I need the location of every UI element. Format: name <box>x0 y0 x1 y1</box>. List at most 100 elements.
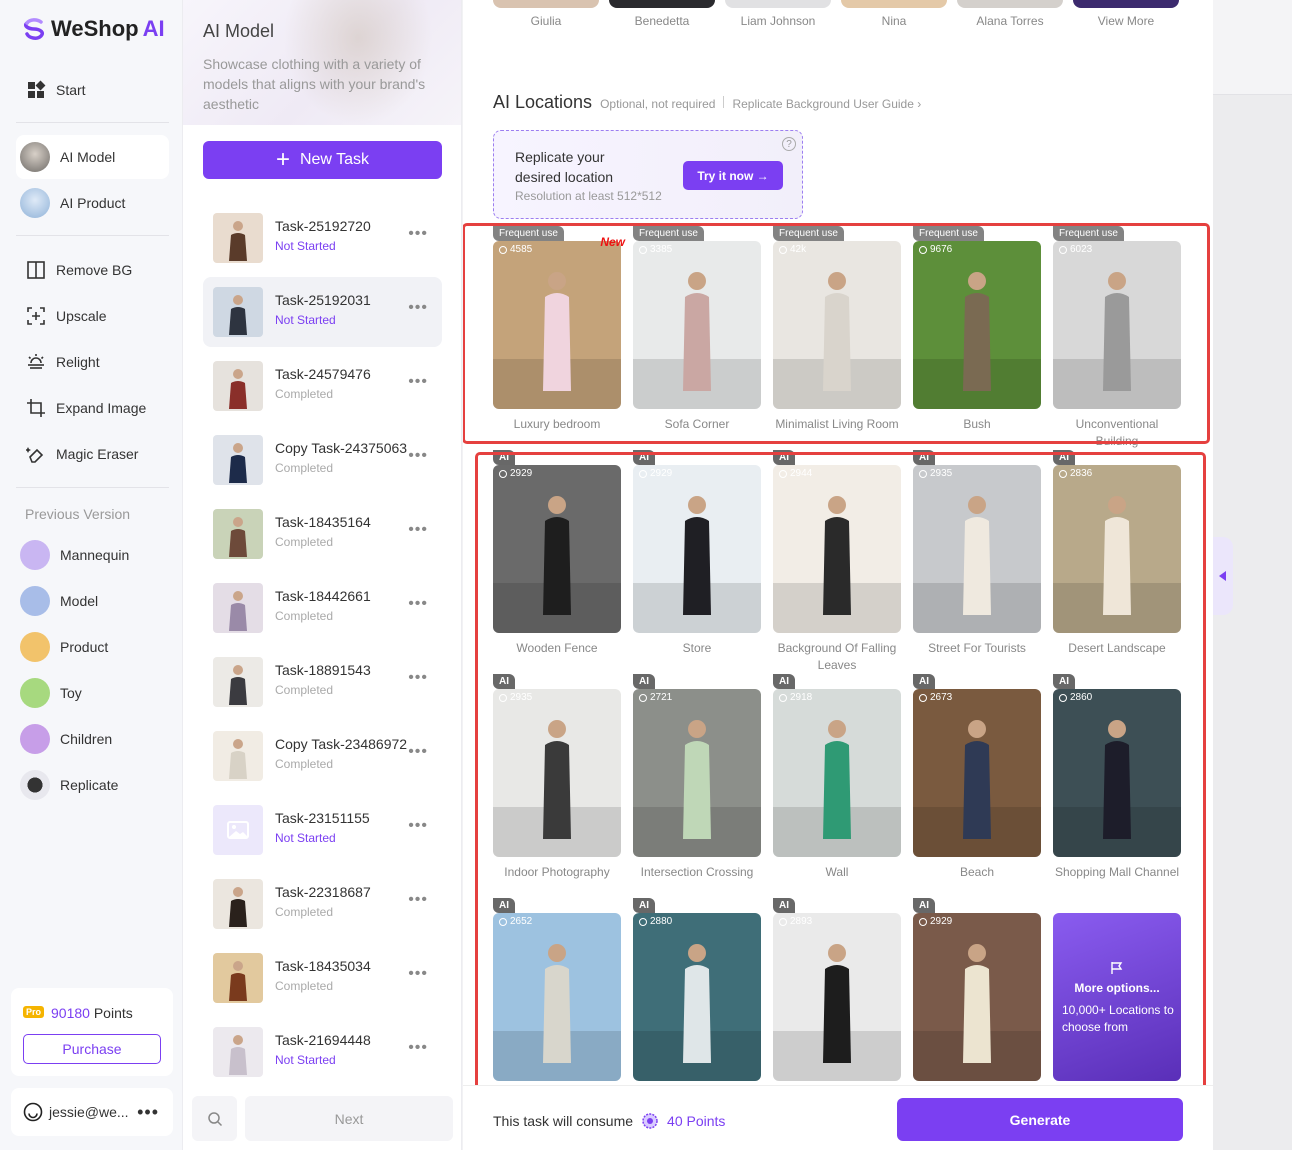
task-status: Not Started <box>275 1053 336 1067</box>
more-icon[interactable]: ••• <box>408 521 428 539</box>
sidebar-item-magic-eraser[interactable]: Magic Eraser <box>16 432 169 476</box>
task-thumbnail <box>213 805 263 855</box>
sidebar-item-mannequin[interactable]: Mannequin <box>16 533 169 577</box>
upscale-icon <box>26 306 46 326</box>
user-menu[interactable]: jessie@we... ••• <box>11 1088 173 1136</box>
more-icon[interactable]: ••• <box>408 595 428 613</box>
sidebar-item-remove-bg[interactable]: Remove BG <box>16 248 169 292</box>
model-thumbnail[interactable] <box>725 0 831 8</box>
task-thumbnail <box>213 213 263 263</box>
sidebar-item-label: Mannequin <box>60 547 130 563</box>
more-icon[interactable]: ••• <box>408 965 428 983</box>
brand-name: WeShop <box>51 16 139 41</box>
more-icon[interactable]: ••• <box>137 1102 159 1123</box>
replicate-subtitle: Resolution at least 512*512 <box>515 189 662 203</box>
task-status: Completed <box>275 757 334 771</box>
task-name: Task-24579476 <box>275 366 371 382</box>
more-icon[interactable]: ••• <box>408 225 428 243</box>
task-thumbnail <box>213 435 263 485</box>
task-status: Completed <box>275 905 334 919</box>
logo[interactable]: WeShop AI <box>21 16 165 42</box>
search-button[interactable] <box>192 1096 237 1141</box>
sidebar-item-replicate[interactable]: Replicate <box>16 763 169 807</box>
sidebar-item-label: Replicate <box>60 777 119 793</box>
more-icon[interactable]: ••• <box>408 373 428 391</box>
task-item[interactable]: Task-21694448 Not Started ••• <box>203 1017 442 1087</box>
generate-button[interactable]: Generate <box>897 1098 1183 1141</box>
model-thumbnail[interactable] <box>957 0 1063 8</box>
sidebar-item-expand-image[interactable]: Expand Image <box>16 386 169 430</box>
model-name: Liam Johnson <box>740 14 816 28</box>
task-item[interactable]: Task-18891543 Completed ••• <box>203 647 442 717</box>
task-name: Task-25192031 <box>275 292 371 308</box>
model-name[interactable]: View More <box>1073 14 1179 28</box>
divider <box>16 122 169 123</box>
task-item[interactable]: Copy Task-24375063 Completed ••• <box>203 425 442 495</box>
task-item[interactable]: Task-25192031 Not Started ••• <box>203 277 442 347</box>
model-strip: Giulia Benedetta Liam Johnson Nina Alana Tor… <box>493 0 1193 40</box>
task-status: Not Started <box>275 313 336 327</box>
ai-product-avatar <box>20 188 50 218</box>
collapse-panel-button[interactable] <box>1213 537 1233 615</box>
help-icon[interactable]: ? <box>782 137 796 151</box>
highlight-frequent <box>463 223 1210 444</box>
model-thumbnail[interactable] <box>493 0 599 8</box>
search-icon <box>207 1111 222 1126</box>
sidebar-item-start[interactable]: Start <box>16 68 169 112</box>
task-name: Task-18435164 <box>275 514 371 530</box>
model-thumbnail[interactable] <box>609 0 715 8</box>
sidebar-item-relight[interactable]: Relight <box>16 340 169 384</box>
sidebar-item-ai-model[interactable]: AI Model <box>16 135 169 179</box>
more-icon[interactable]: ••• <box>408 743 428 761</box>
task-name: Copy Task-23486972 <box>275 736 408 752</box>
task-item[interactable]: Task-24579476 Completed ••• <box>203 351 442 421</box>
sidebar-item-ai-product[interactable]: AI Product <box>16 181 169 225</box>
consume-info: This task will consume 40 Points <box>493 1112 725 1130</box>
more-icon[interactable]: ••• <box>408 817 428 835</box>
sidebar-item-label: AI Product <box>60 195 126 211</box>
task-item[interactable]: Task-25192720 Not Started ••• <box>203 203 442 273</box>
more-icon[interactable]: ••• <box>408 669 428 687</box>
try-it-now-button[interactable]: Try it now → <box>683 161 783 190</box>
new-task-button[interactable]: + New Task <box>203 141 442 179</box>
more-icon[interactable]: ••• <box>408 1039 428 1057</box>
more-icon[interactable]: ••• <box>408 299 428 317</box>
sidebar-item-children[interactable]: Children <box>16 717 169 761</box>
task-item[interactable]: Task-18435164 Completed ••• <box>203 499 442 569</box>
toy-avatar <box>20 678 50 708</box>
model-thumbnail[interactable] <box>841 0 947 8</box>
main-panel: Giulia Benedetta Liam Johnson Nina Alana Tor… <box>463 0 1213 1150</box>
consume-text: This task will consume <box>493 1113 634 1129</box>
purchase-button[interactable]: Purchase <box>23 1034 161 1064</box>
page-description: Showcase clothing with a variety of mode… <box>203 56 426 112</box>
sidebar-item-model[interactable]: Model <box>16 579 169 623</box>
sidebar-item-upscale[interactable]: Upscale <box>16 294 169 338</box>
divider <box>16 487 169 488</box>
divider <box>16 235 169 236</box>
task-status: Not Started <box>275 239 336 253</box>
task-footer: Next <box>183 1086 461 1150</box>
more-icon[interactable]: ••• <box>408 891 428 909</box>
sidebar-item-toy[interactable]: Toy <box>16 671 169 715</box>
task-status: Completed <box>275 535 334 549</box>
next-button[interactable]: Next <box>245 1096 453 1141</box>
task-item[interactable]: Task-18442661 Completed ••• <box>203 573 442 643</box>
task-panel: AI Model Showcase clothing with a variet… <box>183 0 462 1150</box>
user-guide-link[interactable]: Replicate Background User Guide › <box>732 97 921 111</box>
task-name: Copy Task-24375063 <box>275 440 408 456</box>
task-status: Completed <box>275 387 334 401</box>
weshop-logo-icon <box>23 18 45 40</box>
task-item[interactable]: Copy Task-23486972 Completed ••• <box>203 721 442 791</box>
sidebar-item-product[interactable]: Product <box>16 625 169 669</box>
task-item[interactable]: Task-22318687 Completed ••• <box>203 869 442 939</box>
task-thumbnail <box>213 879 263 929</box>
sidebar-item-label: Product <box>60 639 109 655</box>
task-item[interactable]: Task-23151155 Not Started ••• <box>203 795 442 865</box>
task-name: Task-23151155 <box>275 810 370 826</box>
plus-icon: + <box>275 146 290 173</box>
sidebar: WeShop AI Start AI Model AI Product Remov… <box>0 0 183 1150</box>
model-thumbnail[interactable] <box>1073 0 1179 8</box>
more-icon[interactable]: ••• <box>408 447 428 465</box>
task-item[interactable]: Task-18435034 Completed ••• <box>203 943 442 1013</box>
replicate-title: Replicate your desired location <box>515 149 614 185</box>
